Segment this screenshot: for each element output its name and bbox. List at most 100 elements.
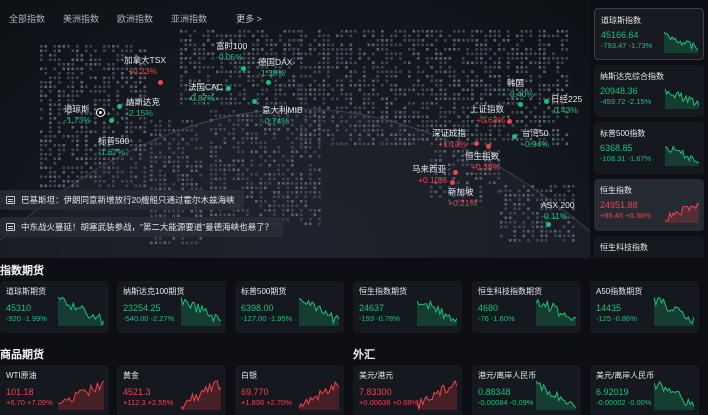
marker-name: 深证成指 xyxy=(432,128,467,138)
marker-change: -0.74% xyxy=(262,116,289,126)
section-title-index-futures: 指数期货 xyxy=(0,265,44,277)
more-link[interactable]: 更多 > xyxy=(236,9,262,29)
marker-sse[interactable]: 上证指数 +0.63% xyxy=(470,104,505,126)
marker-change: -0.40% xyxy=(507,89,534,99)
futures-card[interactable]: 道琼斯期货 45310 -920 -1.99% xyxy=(0,281,109,333)
marker-dot xyxy=(226,86,231,91)
marker-nasdaq[interactable]: 纳斯达克 -2.15% xyxy=(126,97,160,119)
futures-card[interactable]: 恒生指数期货 24637 -193 -0.78% xyxy=(353,281,462,333)
index-region-tabs: 全部指数 美洲指数 欧洲指数 亚洲指数 更多 > xyxy=(0,9,262,29)
marker-dot xyxy=(158,80,163,85)
marker-mib[interactable]: 意大利MIB -0.74% xyxy=(262,105,303,127)
marker-asx[interactable]: ASX 200 -0.11% xyxy=(541,200,575,222)
sparkline-chart xyxy=(181,296,221,326)
tab-all-indices[interactable]: 全部指数 xyxy=(0,9,54,29)
marker-dot xyxy=(486,144,491,149)
sparkline-chart xyxy=(417,299,457,326)
forex-card[interactable]: 美元/离岸人民币 6.92019 -0.00002 -0.00% xyxy=(590,365,699,415)
news-icon xyxy=(6,196,15,204)
marker-change: -0.43% xyxy=(551,105,578,115)
side-card-title: 标普500指数 xyxy=(600,129,646,138)
side-card-sp500[interactable]: 标普500指数 6368.85 -108.31 -1.67% xyxy=(594,122,704,174)
marker-dot xyxy=(546,222,551,227)
sparkline-area xyxy=(536,299,576,326)
marker-malaysia[interactable]: 马来西亚 +0.10% xyxy=(412,164,447,186)
side-card-dow[interactable]: 道琼斯指数 45166.64 -793.47 -1.73% xyxy=(594,8,704,60)
marker-dot xyxy=(453,170,458,175)
sparkline-chart xyxy=(654,296,694,326)
marker-change: +0.10% xyxy=(418,175,448,185)
marker-name: 加拿大TSX xyxy=(124,55,167,65)
marker-cac[interactable]: 法国CAC -0.87% xyxy=(188,82,223,104)
news-ticker[interactable]: 巴基斯坦：伊朗同意新增放行20艘船只通过霍尔木兹海峡 xyxy=(0,190,245,210)
sparkline-chart xyxy=(665,88,699,109)
commodity-card[interactable]: 黄金 4521.3 +112.3 +2.55% xyxy=(117,365,226,415)
sparkline-chart xyxy=(654,380,694,410)
futures-card[interactable]: A50指数期货 14435 -125 -0.86% xyxy=(590,281,699,333)
sparkline-chart xyxy=(536,380,576,410)
marker-dot xyxy=(512,134,517,139)
sparkline-chart xyxy=(417,380,457,410)
index-side-panel: 道琼斯指数 45166.64 -793.47 -1.73% 纳斯达克综合指数 2… xyxy=(590,0,708,258)
tab-europe[interactable]: 欧洲指数 xyxy=(108,9,162,29)
forex-card[interactable]: 美元/港元 7.83300 +0.00636 +0.08% xyxy=(353,365,462,415)
marker-change: +0.63% xyxy=(476,115,506,125)
forex-card[interactable]: 港元/离岸人民币 0.88348 -0.00084 -0.09% xyxy=(472,365,581,415)
side-card-nasdaq[interactable]: 纳斯达克综合指数 20948.36 -459.72 -2.15% xyxy=(594,65,704,117)
marker-dow[interactable]: 道琼斯 -1.73% xyxy=(64,104,91,126)
marker-dot xyxy=(518,102,523,107)
marker-dot xyxy=(474,141,479,146)
marker-change: -1.38% xyxy=(258,68,285,78)
marker-change: -0.94% xyxy=(522,139,549,149)
marker-dot-selected xyxy=(97,109,104,116)
sparkline-chart xyxy=(181,380,221,410)
marker-dot xyxy=(544,99,549,104)
marker-sp500[interactable]: 标普500 -1.67% xyxy=(98,136,129,158)
marker-ftse[interactable]: 富时100 -0.05% xyxy=(216,41,247,63)
side-card-hstech[interactable]: 恒生科技指数 xyxy=(594,236,704,258)
marker-dot xyxy=(117,104,122,109)
side-card-title: 纳斯达克综合指数 xyxy=(600,72,664,81)
marker-name: 德国DAX xyxy=(258,57,293,67)
marker-change: -0.05% xyxy=(216,52,243,62)
news-icon xyxy=(6,223,15,231)
sparkline-chart xyxy=(299,381,339,410)
marker-hsi[interactable]: 恒生指数 +0.38% xyxy=(465,151,500,173)
marker-korea[interactable]: 韩国 -0.40% xyxy=(507,78,534,100)
commodity-card[interactable]: WTI原油 101.18 +6.70 +7.09% xyxy=(0,365,109,415)
side-card-title: 恒生指数 xyxy=(600,186,632,195)
marker-name: 富时100 xyxy=(216,41,248,51)
marker-taiwan[interactable]: 台湾50 -0.94% xyxy=(522,128,549,150)
futures-card[interactable]: 恒生科技指数期货 4680 -76 -1.60% xyxy=(472,281,581,333)
marker-name: 台湾50 xyxy=(522,128,549,138)
marker-singapore[interactable]: 新加坡 +0.21% xyxy=(448,187,477,209)
marker-szse[interactable]: 深证成指 +1.13% xyxy=(432,128,467,150)
marker-name: 上证指数 xyxy=(470,104,505,114)
sparkline-area xyxy=(654,381,694,410)
sparkline-area xyxy=(665,146,699,166)
futures-card[interactable]: 纳斯达克100期货 23254.25 -540.00 -2.27% xyxy=(117,281,226,333)
section-title-forex: 外汇 xyxy=(353,349,375,361)
marker-dot xyxy=(241,66,246,71)
futures-card[interactable]: 标普500期货 6398.00 -127.00 -1.95% xyxy=(235,281,344,333)
marker-name: 标普500 xyxy=(98,136,130,146)
news-headline: 中东战火蔓延！胡塞武装参战，“第二大能源要道”曼德海峡也悬了？ xyxy=(21,222,274,232)
news-ticker[interactable]: 中东战火蔓延！胡塞武装参战，“第二大能源要道”曼德海峡也悬了？ xyxy=(0,217,284,237)
marker-dot xyxy=(266,80,271,85)
section-title-commodity-futures: 商品期货 xyxy=(0,349,44,361)
side-card-hsi[interactable]: 恒生指数 24951.88 +95.45 +0.38% xyxy=(594,179,704,231)
marker-dax[interactable]: 德国DAX -1.38% xyxy=(258,57,292,79)
sparkline-area xyxy=(181,381,221,410)
side-card-title: 恒生科技指数 xyxy=(600,243,648,252)
world-market-map: 全部指数 美洲指数 欧洲指数 亚洲指数 更多 > 加拿大TSX +0.23% 富… xyxy=(0,0,590,258)
tab-americas[interactable]: 美洲指数 xyxy=(54,9,108,29)
side-card-title: 道琼斯指数 xyxy=(601,16,641,25)
marker-change: -1.73% xyxy=(64,115,91,125)
tab-asia[interactable]: 亚洲指数 xyxy=(162,9,216,29)
marker-nikkei[interactable]: 日经225 -0.43% xyxy=(551,94,582,116)
sparkline-chart xyxy=(665,145,699,166)
sparkline-chart xyxy=(665,202,699,223)
commodity-card[interactable]: 白银 69.770 +1.836 +2.70% xyxy=(235,365,344,415)
marker-change: +0.23% xyxy=(128,66,158,76)
marker-tsx[interactable]: 加拿大TSX +0.23% xyxy=(124,55,166,77)
